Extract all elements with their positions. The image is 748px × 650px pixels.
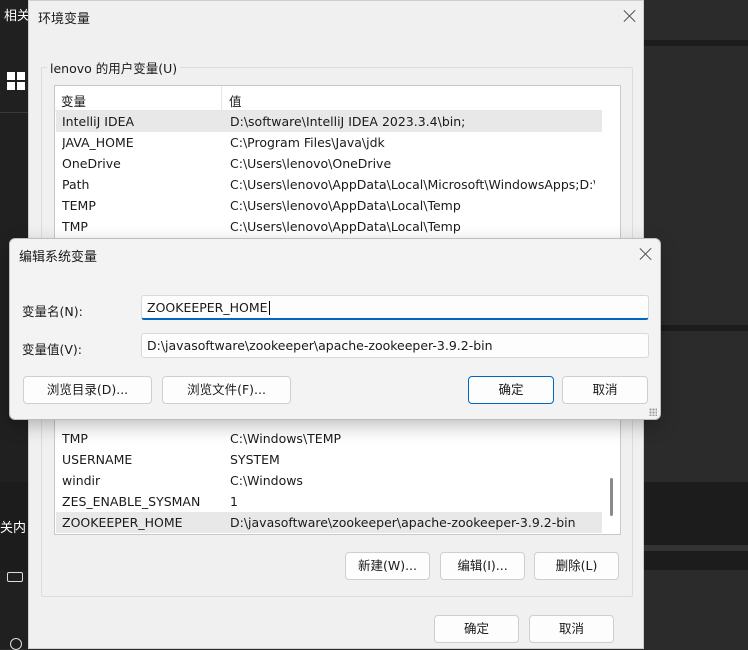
variable-value-label: 变量值(V): — [22, 342, 83, 357]
windows-logo-icon — [7, 72, 25, 90]
variable-name: Path — [62, 177, 90, 192]
browse-file-button[interactable]: 浏览文件(F)... — [162, 376, 291, 404]
variable-name: USERNAME — [62, 452, 133, 467]
cancel-button[interactable]: 取消 — [529, 615, 614, 643]
variable-value: C:\Program Files\Java\jdk — [230, 135, 385, 150]
dialog-title: 编辑系统变量 — [19, 250, 98, 265]
table-row[interactable]: OneDrive C:\Users\lenovo\OneDrive — [56, 153, 602, 174]
variable-value: C:\Windows — [230, 473, 303, 488]
variable-name-text: ZOOKEEPER_HOME — [147, 300, 268, 315]
table-row[interactable]: windir C:\Windows — [56, 470, 602, 491]
variable-name: ZOOKEEPER_HOME — [62, 515, 183, 530]
laptop-icon — [7, 572, 23, 582]
variable-name: windir — [62, 473, 101, 488]
new-system-variable-button[interactable]: 新建(W)... — [345, 552, 430, 580]
system-variables-list[interactable]: TMP C:\Windows\TEMP USERNAME SYSTEM wind… — [54, 401, 621, 535]
variable-value: D:\javasoftware\zookeeper\apache-zookeep… — [230, 515, 576, 530]
close-icon[interactable] — [639, 247, 653, 261]
user-variables-list[interactable]: 变量 值 IntelliJ IDEA D:\software\IntelliJ … — [54, 85, 621, 241]
close-icon[interactable] — [623, 9, 637, 23]
table-row[interactable]: TMP C:\Users\lenovo\AppData\Local\Temp — [56, 216, 602, 237]
browse-directory-button[interactable]: 浏览目录(D)... — [23, 376, 152, 404]
column-header-variable[interactable]: 变量 — [61, 91, 86, 110]
edit-system-variable-dialog: 编辑系统变量 变量名(N): ZOOKEEPER_HOME 变量值(V): D:… — [9, 238, 661, 420]
resize-grip-icon[interactable] — [649, 408, 657, 416]
variable-value: C:\Users\lenovo\AppData\Local\Temp — [230, 198, 461, 213]
edit-system-variable-button[interactable]: 编辑(I)... — [440, 552, 525, 580]
variable-name-label: 变量名(N): — [22, 304, 83, 319]
variable-name: IntelliJ IDEA — [62, 114, 135, 129]
variable-name: JAVA_HOME — [62, 135, 134, 150]
variable-value: C:\Windows\TEMP — [230, 431, 342, 446]
vertical-scrollbar[interactable] — [606, 422, 618, 532]
column-header-value[interactable]: 值 — [229, 91, 242, 110]
variable-value: C:\Users\lenovo\AppData\Local\Temp — [230, 219, 461, 234]
variable-value: C:\Users\lenovo\AppData\Local\Microsoft\… — [230, 177, 595, 192]
variable-value-text: D:\javasoftware\zookeeper\apache-zookeep… — [147, 338, 493, 353]
ok-button[interactable]: 确定 — [434, 615, 519, 643]
table-row[interactable]: Path C:\Users\lenovo\AppData\Local\Micro… — [56, 174, 602, 195]
table-row[interactable]: USERNAME SYSTEM — [56, 449, 602, 470]
window-title: 环境变量 — [38, 12, 91, 27]
table-row[interactable]: IntelliJ IDEA D:\software\IntelliJ IDEA … — [56, 111, 602, 132]
table-row-selected[interactable]: ZOOKEEPER_HOME D:\javasoftware\zookeeper… — [56, 512, 602, 533]
variable-name: TMP — [62, 431, 88, 446]
variable-value: 1 — [230, 494, 238, 509]
variable-value-input[interactable]: D:\javasoftware\zookeeper\apache-zookeep… — [141, 333, 649, 358]
dialog-cancel-button[interactable]: 取消 — [562, 376, 648, 404]
variable-name: OneDrive — [62, 156, 121, 171]
table-row[interactable]: JAVA_HOME C:\Program Files\Java\jdk — [56, 132, 602, 153]
dialog-ok-button[interactable]: 确定 — [468, 376, 554, 404]
variable-name-input[interactable]: ZOOKEEPER_HOME — [141, 295, 649, 320]
help-icon — [10, 638, 22, 650]
user-variables-label: lenovo 的用户变量(U) — [47, 58, 181, 77]
table-row[interactable]: TMP C:\Windows\TEMP — [56, 428, 602, 449]
table-row[interactable]: TEMP C:\Users\lenovo\AppData\Local\Temp — [56, 195, 602, 216]
delete-system-variable-button[interactable]: 删除(L) — [534, 552, 619, 580]
variable-name: ZES_ENABLE_SYSMAN — [62, 494, 201, 509]
table-row[interactable]: ZES_ENABLE_SYSMAN 1 — [56, 491, 602, 512]
scroll-thumb[interactable] — [610, 478, 613, 516]
variable-value: D:\software\IntelliJ IDEA 2023.3.4\bin; — [230, 114, 466, 129]
variable-value: C:\Users\lenovo\OneDrive — [230, 156, 392, 171]
list-header: 变量 值 — [55, 86, 602, 111]
variable-name: TEMP — [62, 198, 96, 213]
variable-name: TMP — [62, 219, 88, 234]
background-heading-text: 相关 — [4, 9, 31, 24]
variable-value: SYSTEM — [230, 452, 280, 467]
background-section-text: 关内 — [0, 521, 27, 536]
